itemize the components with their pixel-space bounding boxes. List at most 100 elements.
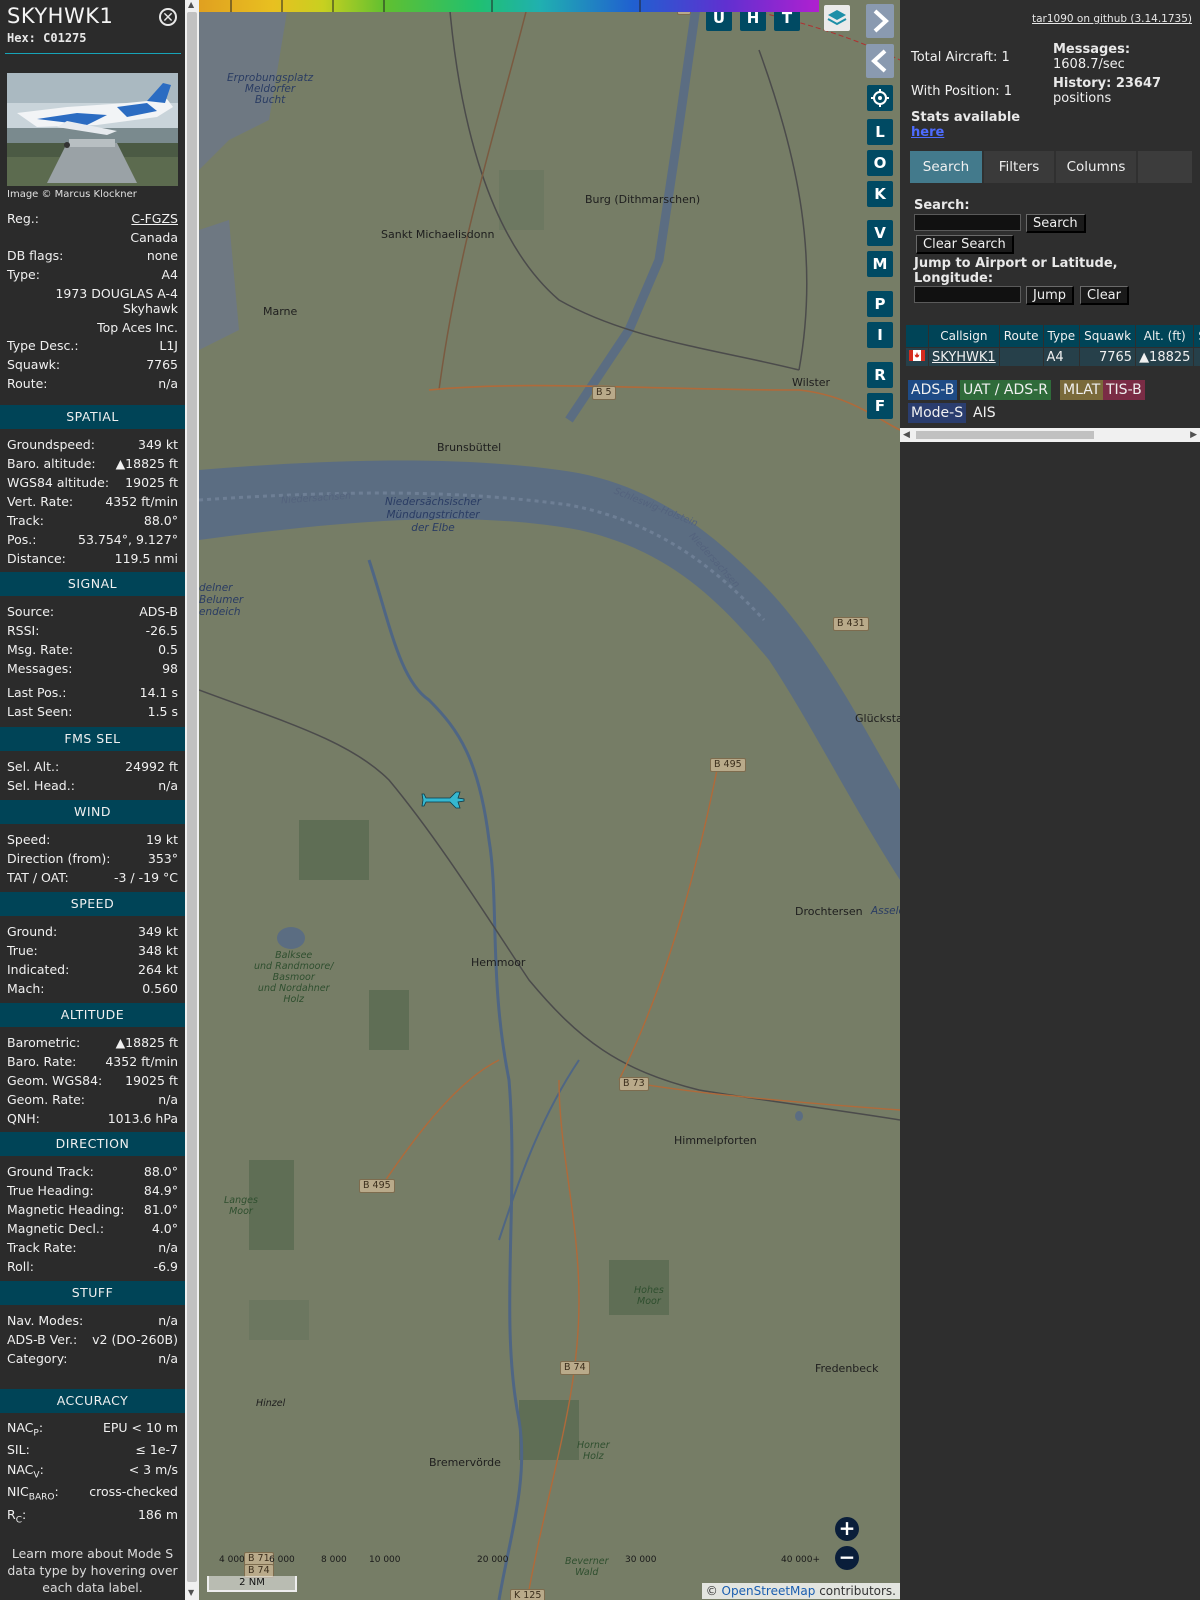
spatial-row: Groundspeed: 349 kt: [7, 437, 178, 455]
col-squawk[interactable]: Squawk: [1080, 325, 1136, 347]
map-view[interactable]: Burg (Dithmarschen) Sankt Michaelisdonn …: [199, 0, 900, 1600]
nature-horner-holz: Horner Holz: [577, 1440, 610, 1462]
sidebar-horizontal-scrollbar[interactable]: ◀ ▶: [900, 428, 1200, 442]
jump-input[interactable]: [914, 286, 1021, 303]
stuff-label: Nav. Modes:: [7, 1313, 84, 1328]
signal-row: Messages: 98: [7, 661, 178, 679]
altitude-value: 1013.6 hPa: [107, 1111, 178, 1126]
back-arrow-icon[interactable]: [866, 44, 894, 78]
direction-label: Roll:: [7, 1259, 34, 1274]
spatial-row: Vert. Rate: 4352 ft/min: [7, 494, 178, 512]
fms-row: Sel. Alt.: 24992 ft: [7, 759, 178, 777]
place-hinzel: Hinzel: [256, 1398, 286, 1409]
github-link[interactable]: tar1090 on github (3.14.1735): [1032, 13, 1192, 25]
scale-bar: 2 NM: [207, 1576, 297, 1592]
speed-value: 348 kt: [138, 943, 178, 958]
place-brunsbuettel: Brunsbüttel: [437, 441, 502, 454]
place-fredenbeck: Fredenbeck: [815, 1362, 879, 1375]
info-panel-scrollbar[interactable]: ▲ ▼: [185, 0, 199, 1600]
altitude-value: n/a: [158, 1092, 178, 1107]
row-type: A4: [1043, 348, 1080, 366]
clear-jump-button[interactable]: Clear: [1080, 286, 1129, 305]
photo-credit[interactable]: Image © Marcus Klockner: [7, 189, 137, 200]
section-signal: SIGNAL: [0, 572, 185, 596]
direction-value: 88.0°: [143, 1164, 178, 1179]
stuff-row: Nav. Modes: n/a: [7, 1313, 178, 1331]
spatial-row: Baro. altitude: ▲18825 ft: [7, 456, 178, 474]
map-button-p[interactable]: P: [867, 291, 893, 317]
forward-arrow-icon[interactable]: [866, 4, 894, 38]
fms-label: Sel. Head.:: [7, 778, 75, 793]
direction-row: Track Rate: n/a: [7, 1240, 178, 1258]
map-button-m[interactable]: M: [867, 251, 893, 277]
signal-label: Source:: [7, 604, 55, 619]
road-b495-b: B 495: [359, 1179, 395, 1193]
jump-button[interactable]: Jump: [1026, 286, 1074, 305]
col-flag[interactable]: [906, 325, 928, 347]
aircraft-callsign: SKYHWK1: [7, 4, 114, 28]
search-input[interactable]: [914, 214, 1021, 231]
source-chip: ADS-B: [908, 380, 958, 400]
signal-label: RSSI:: [7, 623, 40, 638]
zoom-in-icon[interactable]: +: [835, 1517, 859, 1541]
stuff-value: v2 (DO-260B): [92, 1332, 178, 1347]
direction-label: Ground Track:: [7, 1164, 94, 1179]
spatial-label: Pos.:: [7, 532, 37, 547]
direction-value: -6.9: [153, 1259, 178, 1274]
col-speed[interactable]: Sp: [1194, 325, 1200, 347]
alt-tick-6000: 6 000: [269, 1555, 295, 1565]
wind-label: Direction (from):: [7, 851, 111, 866]
speed-label: Ground:: [7, 924, 58, 939]
aircraft-info-panel: SKYHWK1 Hex: C01275 ✕ Image © Marcus Klo…: [0, 0, 185, 1600]
map-button-i[interactable]: I: [867, 322, 893, 348]
aircraft-photo[interactable]: [7, 73, 178, 186]
tab-search[interactable]: Search: [910, 151, 982, 183]
speed-row: Indicated: 264 kt: [7, 962, 178, 980]
water-elbe-label: Niedersächsischer Mündungstrichter der Elb…: [385, 496, 482, 534]
nature-beverner-wald: Beverner Wald: [565, 1556, 609, 1578]
col-altitude[interactable]: Alt. (ft): [1136, 325, 1194, 347]
map-button-f[interactable]: F: [867, 393, 893, 419]
map-button-o[interactable]: O: [867, 150, 893, 176]
row-altitude: ▲18825: [1136, 348, 1194, 366]
speed-row: Ground: 349 kt: [7, 924, 178, 942]
tab-filters[interactable]: Filters: [984, 151, 1054, 183]
signal-value: ADS-B: [139, 604, 178, 619]
map-button-l[interactable]: L: [867, 119, 893, 145]
col-type[interactable]: Type: [1043, 325, 1080, 347]
spatial-label: Vert. Rate:: [7, 494, 74, 509]
road-k125: K 125: [510, 1589, 546, 1600]
aircraft-hex: Hex: C01275: [7, 31, 87, 45]
altitude-label: Barometric:: [7, 1035, 81, 1050]
tab-columns[interactable]: Columns: [1056, 151, 1136, 183]
zoom-out-icon[interactable]: −: [835, 1546, 859, 1570]
source-chip: AIS: [970, 403, 999, 423]
spatial-row: WGS84 altitude: 19025 ft: [7, 475, 178, 493]
row-callsign[interactable]: SKYHWK1: [929, 348, 999, 366]
map-attribution: © OpenStreetMap contributors.: [701, 1583, 900, 1599]
gear-icon[interactable]: [867, 85, 893, 111]
place-burg: Burg (Dithmarschen): [585, 193, 701, 206]
map-button-r[interactable]: R: [867, 362, 893, 388]
dbflags-row: DB flags: none: [7, 248, 178, 263]
learn-more-text: Learn more about Mode Sdata type by hove…: [7, 1546, 178, 1595]
registration-link[interactable]: C-FGZS: [131, 211, 178, 226]
col-route[interactable]: Route: [999, 325, 1043, 347]
signal-row: Source: ADS-B: [7, 604, 178, 622]
table-row[interactable]: SKYHWK1 A4 7765 ▲18825: [906, 348, 1200, 366]
clear-search-button[interactable]: Clear Search: [916, 235, 1014, 254]
layers-icon[interactable]: [824, 5, 850, 31]
spatial-label: Baro. altitude:: [7, 456, 96, 471]
col-callsign[interactable]: Callsign: [929, 325, 999, 347]
stuff-value: n/a: [158, 1313, 178, 1328]
close-icon[interactable]: ✕: [159, 8, 177, 26]
stats-here-link[interactable]: here: [911, 125, 944, 140]
nature-langes-moor: Langes Moor: [224, 1195, 258, 1217]
map-button-v[interactable]: V: [867, 220, 893, 246]
map-button-k[interactable]: K: [867, 181, 893, 207]
section-stuff: STUFF: [0, 1281, 185, 1305]
fms-label: Sel. Alt.:: [7, 759, 60, 774]
road-b5: B 5: [592, 386, 616, 400]
search-button[interactable]: Search: [1026, 214, 1086, 233]
osm-link[interactable]: OpenStreetMap: [722, 1584, 816, 1598]
